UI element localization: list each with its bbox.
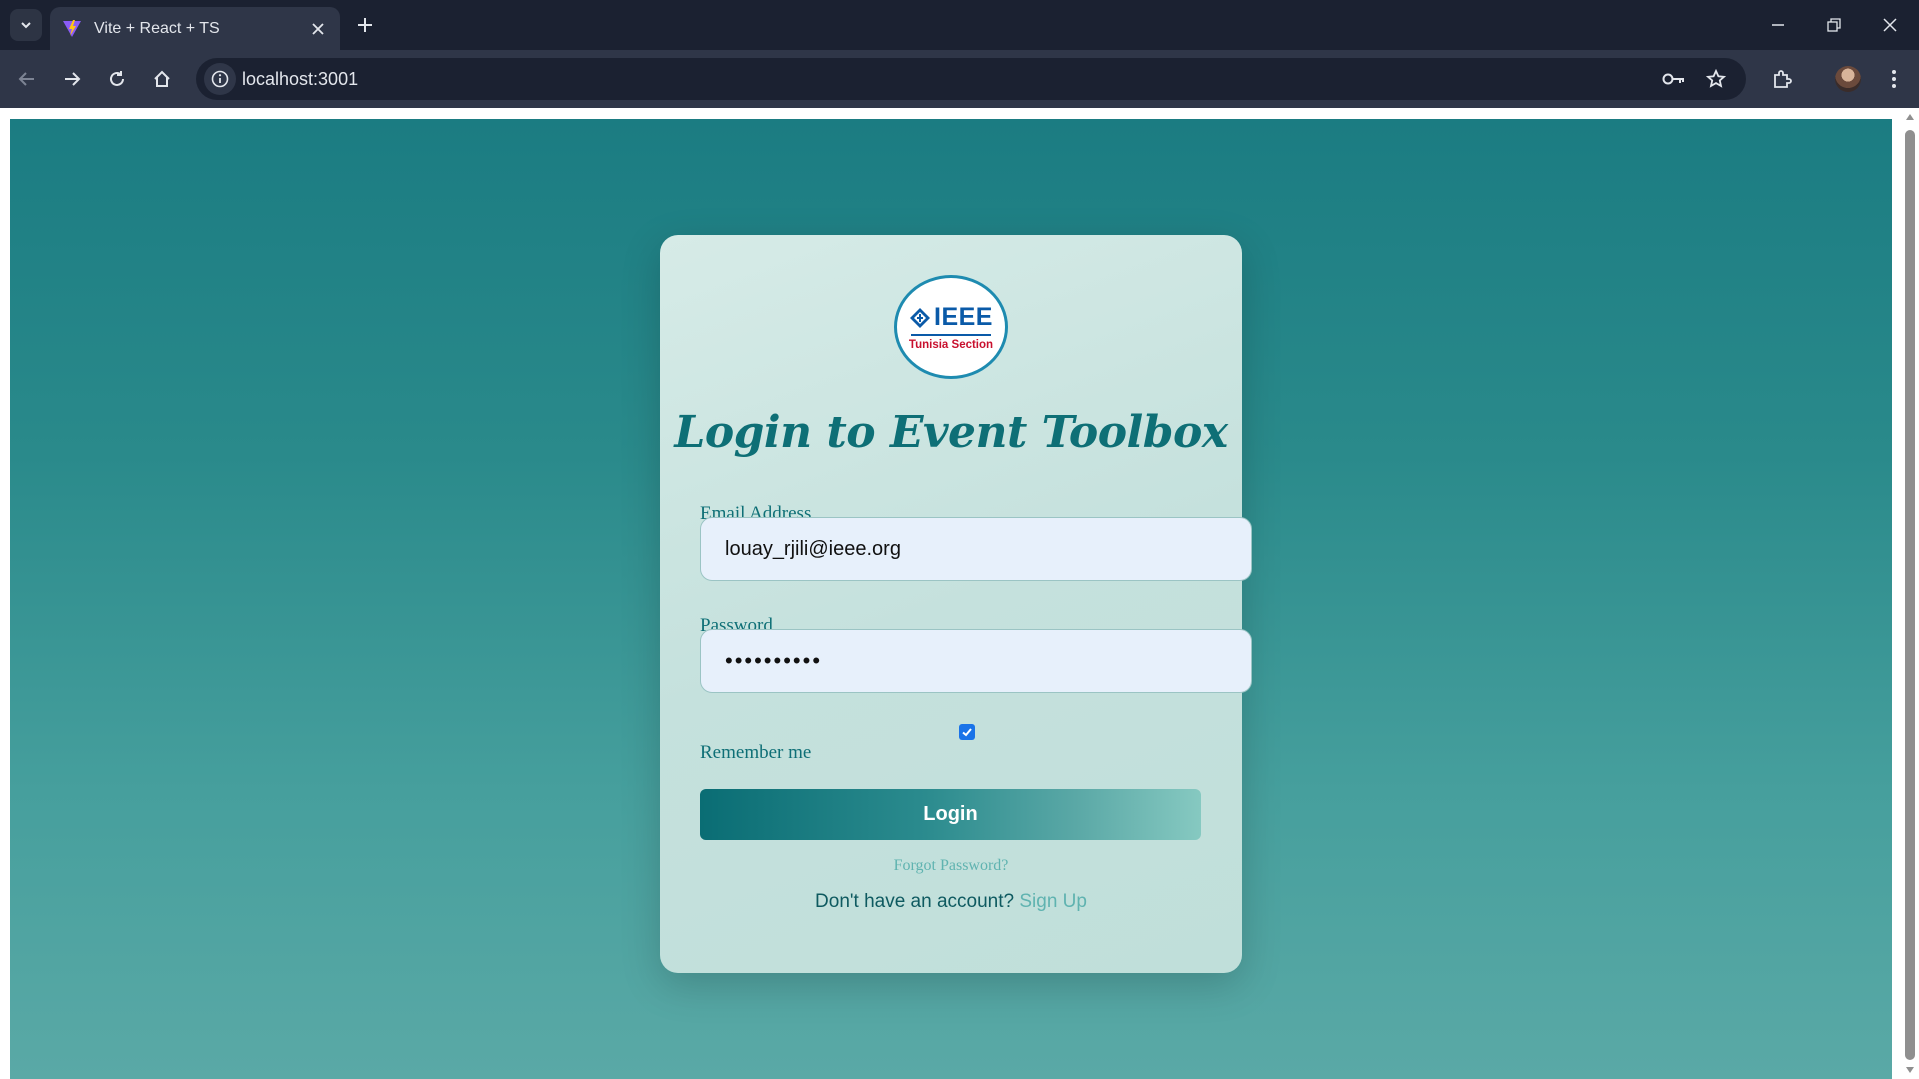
forgot-password-link[interactable]: Forgot Password?	[894, 857, 1009, 874]
plus-icon	[358, 18, 372, 32]
scroll-up-arrow-icon[interactable]	[1904, 111, 1916, 123]
close-window-button[interactable]	[1862, 0, 1918, 50]
email-field[interactable]: louay_rjili@ieee.org	[700, 517, 1252, 581]
browser-menu-button[interactable]	[1876, 61, 1912, 97]
home-button[interactable]	[144, 61, 180, 97]
chevron-down-icon	[21, 22, 31, 29]
url-text: localhost:3001	[242, 69, 359, 89]
vertical-scrollbar[interactable]	[1900, 108, 1919, 1079]
extensions-button[interactable]	[1764, 61, 1800, 97]
home-icon	[154, 70, 170, 87]
checkmark-icon	[962, 728, 972, 737]
logo-text: IEEE	[934, 303, 993, 331]
browser-tab-active[interactable]: Vite + React + TS	[50, 7, 340, 50]
forward-button[interactable]	[54, 61, 90, 97]
site-info-button[interactable]	[204, 63, 236, 95]
minimize-icon	[1772, 24, 1784, 26]
password-key-icon[interactable]	[1662, 67, 1686, 91]
reload-button[interactable]	[99, 61, 135, 97]
password-field[interactable]: ••••••••••	[700, 629, 1252, 693]
restore-icon	[1827, 18, 1841, 32]
arrow-right-icon	[65, 72, 81, 86]
page-background: IEEE Tunisia Section Login to Event Tool…	[10, 119, 1892, 1079]
login-button[interactable]: Login	[700, 789, 1201, 840]
more-vertical-icon	[1892, 70, 1896, 88]
tab-search-button[interactable]	[10, 9, 42, 41]
bookmark-star-icon[interactable]	[1704, 67, 1728, 91]
back-button[interactable]	[9, 61, 45, 97]
ieee-logo: IEEE Tunisia Section	[894, 275, 1008, 379]
puzzle-icon	[1774, 70, 1792, 88]
page-viewport: IEEE Tunisia Section Login to Event Tool…	[0, 108, 1919, 1079]
logo-subtitle: Tunisia Section	[908, 339, 994, 351]
profile-avatar[interactable]	[1835, 66, 1861, 92]
arrow-left-icon	[18, 72, 34, 86]
address-bar[interactable]: localhost:3001	[196, 58, 1746, 100]
minimize-button[interactable]	[1750, 0, 1806, 50]
tab-title: Vite + React + TS	[94, 19, 220, 37]
scroll-down-arrow-icon[interactable]	[1904, 1064, 1916, 1076]
new-tab-button[interactable]	[351, 11, 379, 39]
signup-row: Don't have an account? Sign Up	[660, 891, 1242, 913]
close-icon	[1883, 18, 1897, 32]
browser-tab-bar: Vite + React + TS	[0, 0, 1919, 50]
login-card: IEEE Tunisia Section Login to Event Tool…	[660, 235, 1252, 973]
browser-toolbar: localhost:3001	[0, 50, 1919, 108]
ieee-diamond-icon	[910, 307, 930, 328]
reload-icon	[110, 71, 124, 86]
restore-button[interactable]	[1806, 0, 1862, 50]
signup-prompt: Don't have an account?	[815, 891, 1015, 912]
vite-icon	[63, 19, 81, 37]
page-title: Login to Event Toolbox	[674, 407, 1228, 458]
remember-me-label: Remember me	[700, 742, 812, 763]
scrollbar-thumb[interactable]	[1905, 130, 1915, 1060]
info-icon	[211, 70, 229, 88]
close-tab-icon[interactable]	[308, 19, 328, 39]
remember-me-checkbox[interactable]	[959, 724, 975, 740]
signup-link[interactable]: Sign Up	[1019, 891, 1087, 912]
